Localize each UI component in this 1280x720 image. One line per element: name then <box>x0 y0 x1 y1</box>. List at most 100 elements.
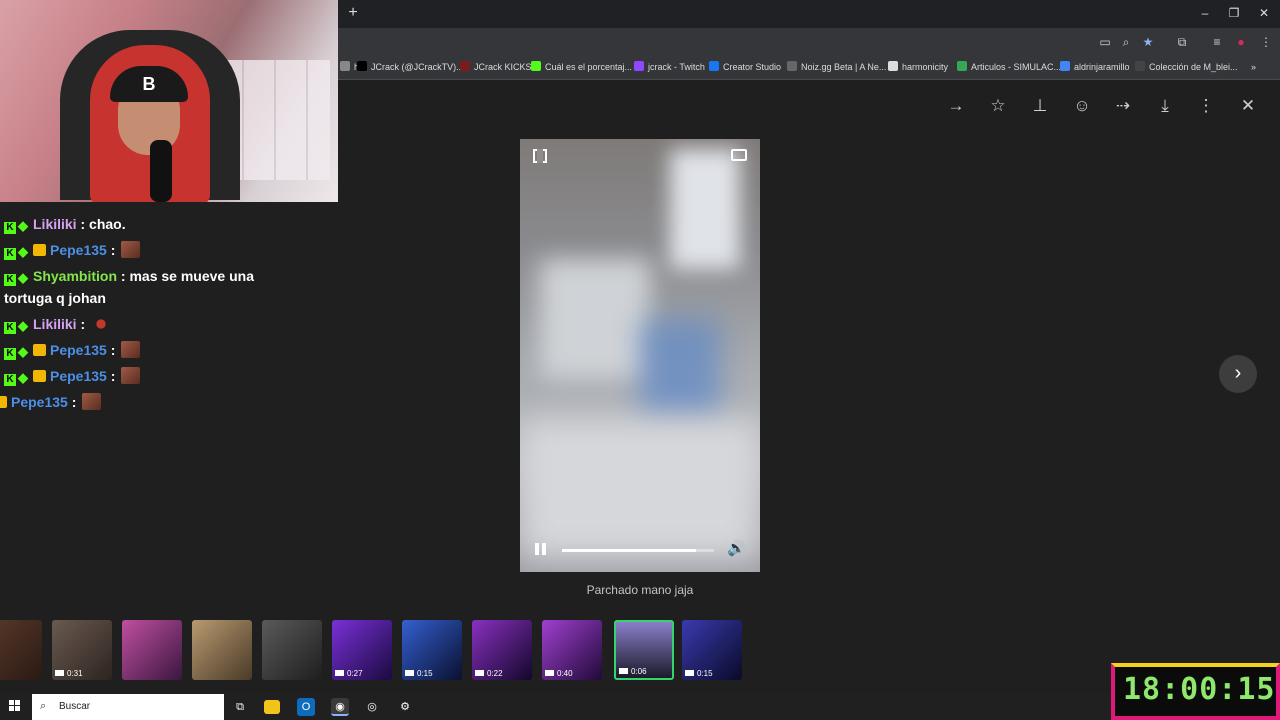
duration-text: 0:31 <box>67 669 83 678</box>
bookmark-label: Cuál es el porcentaj... <box>545 62 633 72</box>
media-thumbnail[interactable] <box>122 620 182 680</box>
kick-badge-icon: K <box>4 222 16 234</box>
bookmark-item[interactable]: jcrack - Twitch <box>634 60 705 74</box>
chat-emote-icon <box>121 241 141 258</box>
chat-username[interactable]: Pepe135 <box>50 342 107 358</box>
bookmark-item[interactable]: Colección de M_blei... <box>1135 60 1238 74</box>
chat-message: K ◆ Likiliki : chao. <box>4 213 126 235</box>
download-icon[interactable]: ⤓ <box>1155 96 1175 116</box>
windows-start-icon[interactable] <box>9 700 21 712</box>
close-icon[interactable]: ✕ <box>1238 96 1258 116</box>
bookmark-item[interactable]: Cuál es el porcentaj... <box>531 60 632 74</box>
bookmark-star-icon[interactable]: ★ <box>1140 34 1156 50</box>
chat-username[interactable]: Pepe135 <box>50 368 107 384</box>
bookmark-item[interactable]: Creator Studio <box>709 60 781 74</box>
kick-badge-icon: K <box>4 274 16 286</box>
chat-separator: : <box>117 268 130 284</box>
restore-button[interactable]: ❐ <box>1226 5 1242 21</box>
media-thumbnail[interactable]: 0:27 <box>332 620 392 680</box>
new-tab-button[interactable]: + <box>345 5 361 21</box>
chat-username[interactable]: Likiliki <box>33 216 77 232</box>
obs-icon[interactable]: ◎ <box>363 698 381 716</box>
duration-text: 0:27 <box>347 669 363 678</box>
settings-gear-icon[interactable]: ⚙ <box>396 698 414 716</box>
picture-in-picture-icon[interactable] <box>731 149 747 161</box>
browser-menu-icon[interactable]: ⋮ <box>1258 34 1274 50</box>
install-icon[interactable]: ▭ <box>1097 34 1113 50</box>
chat-username[interactable]: Shyambition <box>33 268 117 284</box>
thumbnail-duration: 0:31 <box>55 669 83 678</box>
media-thumbnail[interactable] <box>262 620 322 680</box>
minimize-button[interactable]: – <box>1197 5 1213 21</box>
file-explorer-icon[interactable] <box>264 700 280 714</box>
profile-avatar[interactable]: ● <box>1233 34 1249 50</box>
search-icon: ⌕ <box>40 700 47 712</box>
chat-username[interactable]: Likiliki <box>33 316 77 332</box>
video-camera-icon <box>405 670 414 676</box>
bookmark-label: jcrack - Twitch <box>648 62 705 72</box>
thumbnail-duration: 0:27 <box>335 669 363 678</box>
video-camera-icon <box>685 670 694 676</box>
emoji-icon[interactable]: ☺ <box>1072 96 1092 116</box>
bookmark-item[interactable]: aldrinjaramillo <box>1060 60 1130 74</box>
bookmark-item[interactable]: harmonicity <box>888 60 948 74</box>
pause-icon[interactable] <box>534 542 548 556</box>
media-thumbnail[interactable]: 0:15 <box>402 620 462 680</box>
volume-icon[interactable]: 🔊 <box>727 541 749 557</box>
media-thumbnail[interactable]: 0:40 <box>542 620 602 680</box>
bookmark-favicon-icon <box>1135 61 1145 71</box>
bookmark-item[interactable]: JCrack KICKS <box>460 60 532 74</box>
thumbnail-duration: 0:06 <box>619 667 647 676</box>
close-window-button[interactable]: ✕ <box>1256 5 1272 21</box>
bookmark-favicon-icon <box>888 61 898 71</box>
thumbnail-duration: 0:40 <box>545 669 573 678</box>
chat-panel: K ◆ Likiliki : chao. K ◆ Pepe135 : K ◆ Shyambit… <box>0 202 338 442</box>
chat-username[interactable]: Pepe135 <box>50 242 107 258</box>
forward-icon[interactable]: ⇢ <box>1113 96 1133 116</box>
chat-username[interactable]: Pepe135 <box>11 394 68 410</box>
extensions-icon[interactable]: ⧉ <box>1174 34 1190 50</box>
chrome-icon[interactable]: ◉ <box>331 698 349 716</box>
chat-separator: : <box>76 216 90 232</box>
chat-separator: : <box>67 394 81 410</box>
bookmark-label: Noiz.gg Beta | A Ne... <box>801 62 887 72</box>
zoom-icon[interactable]: ⌕ <box>1118 34 1134 50</box>
video-camera-icon <box>475 670 484 676</box>
bookmark-item[interactable]: Noiz.gg Beta | A Ne... <box>787 60 886 74</box>
bookmark-item[interactable]: Articulos - SIMULAC... <box>957 60 1061 74</box>
media-control-icon[interactable]: ≡ <box>1209 34 1225 50</box>
bookmark-favicon-icon <box>709 61 719 71</box>
fullscreen-icon[interactable] <box>533 149 547 163</box>
video-frame-blur <box>540 259 650 379</box>
video-progress-bar[interactable] <box>562 549 714 552</box>
sub-badge-icon: ◆ <box>18 370 28 385</box>
video-player[interactable] <box>520 139 760 572</box>
pin-icon[interactable]: ⊥ <box>1030 96 1050 116</box>
chat-message: Pepe135 : <box>0 391 102 413</box>
bookmark-item[interactable]: JCrack (@JCrackTV)... <box>357 60 464 74</box>
thumbnail-duration: 0:15 <box>685 669 713 678</box>
crown-badge-icon <box>33 370 46 382</box>
next-media-button[interactable]: › <box>1219 355 1257 393</box>
duration-text: 0:06 <box>631 667 647 676</box>
media-thumbnail[interactable]: 0:06 <box>614 620 674 680</box>
outlook-icon[interactable]: O <box>297 698 315 716</box>
task-view-icon[interactable]: ⧉ <box>231 698 249 716</box>
bookmark-label: Colección de M_blei... <box>1149 62 1238 72</box>
star-icon[interactable]: ☆ <box>988 96 1008 116</box>
bookmark-favicon-icon <box>531 61 541 71</box>
more-bookmarks-button[interactable]: » <box>1251 60 1256 74</box>
arrow-right-icon[interactable]: → <box>946 96 966 116</box>
media-thumbnail[interactable]: 0:22 <box>472 620 532 680</box>
bookmark-favicon-icon <box>460 61 470 71</box>
media-thumbnail[interactable] <box>0 620 42 680</box>
video-camera-icon <box>545 670 554 676</box>
sub-badge-icon: ◆ <box>18 244 28 259</box>
media-thumbnail[interactable] <box>192 620 252 680</box>
bookmark-label: harmonicity <box>902 62 949 72</box>
media-thumbnail[interactable]: 0:31 <box>52 620 112 680</box>
duration-text: 0:15 <box>417 669 433 678</box>
media-thumbnail[interactable]: 0:15 <box>682 620 742 680</box>
crown-badge-icon <box>33 244 46 256</box>
more-vert-icon[interactable]: ⋮ <box>1196 96 1216 116</box>
